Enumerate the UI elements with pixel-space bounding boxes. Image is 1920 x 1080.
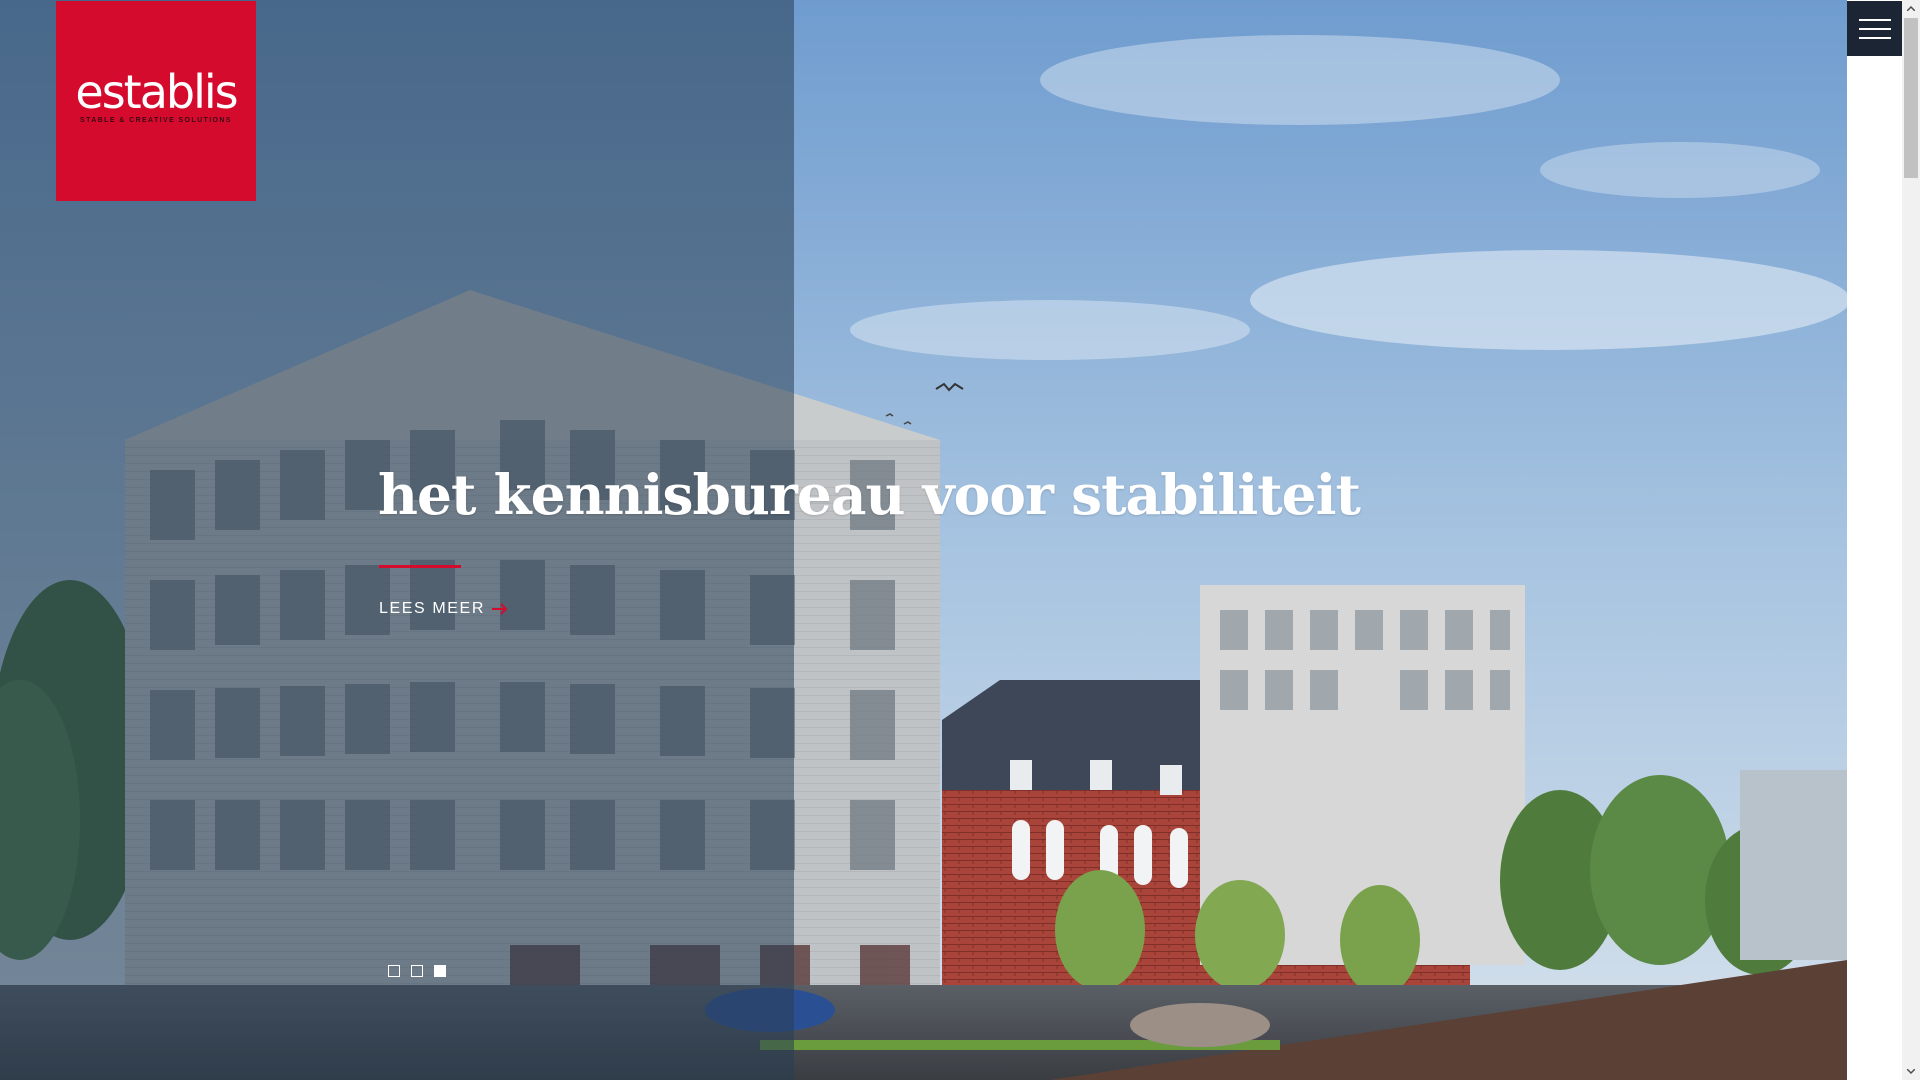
scroll-up-button[interactable] (1902, 0, 1920, 17)
headline-underline (379, 565, 461, 568)
page-scrollbar[interactable] (1902, 0, 1920, 1080)
scroll-down-button[interactable] (1902, 1063, 1920, 1080)
logo-tagline: STABLE & CREATIVE SOLUTIONS (80, 117, 232, 124)
logo-wordmark: establis (75, 65, 238, 119)
slider-dot-3[interactable] (434, 965, 446, 977)
hero-slider: establis STABLE & CREATIVE SOLUTIONS het… (0, 0, 1847, 1080)
menu-button[interactable] (1847, 1, 1902, 56)
lees-meer-link[interactable]: LEES MEER (379, 600, 509, 618)
slider-pagination (388, 965, 446, 977)
establis-logo[interactable]: establis STABLE & CREATIVE SOLUTIONS (56, 1, 256, 201)
page: establis STABLE & CREATIVE SOLUTIONS het… (0, 0, 1920, 1080)
hero-headline: het kennisbureau voor stabiliteit (378, 462, 1361, 527)
arrow-right-icon (492, 603, 508, 615)
slider-dot-1[interactable] (388, 965, 400, 977)
slider-dot-2[interactable] (411, 965, 423, 977)
chevron-down-icon (1907, 1069, 1915, 1074)
lees-meer-label: LEES MEER (379, 600, 485, 617)
scroll-thumb[interactable] (1904, 18, 1918, 178)
chevron-up-icon (1907, 6, 1915, 11)
